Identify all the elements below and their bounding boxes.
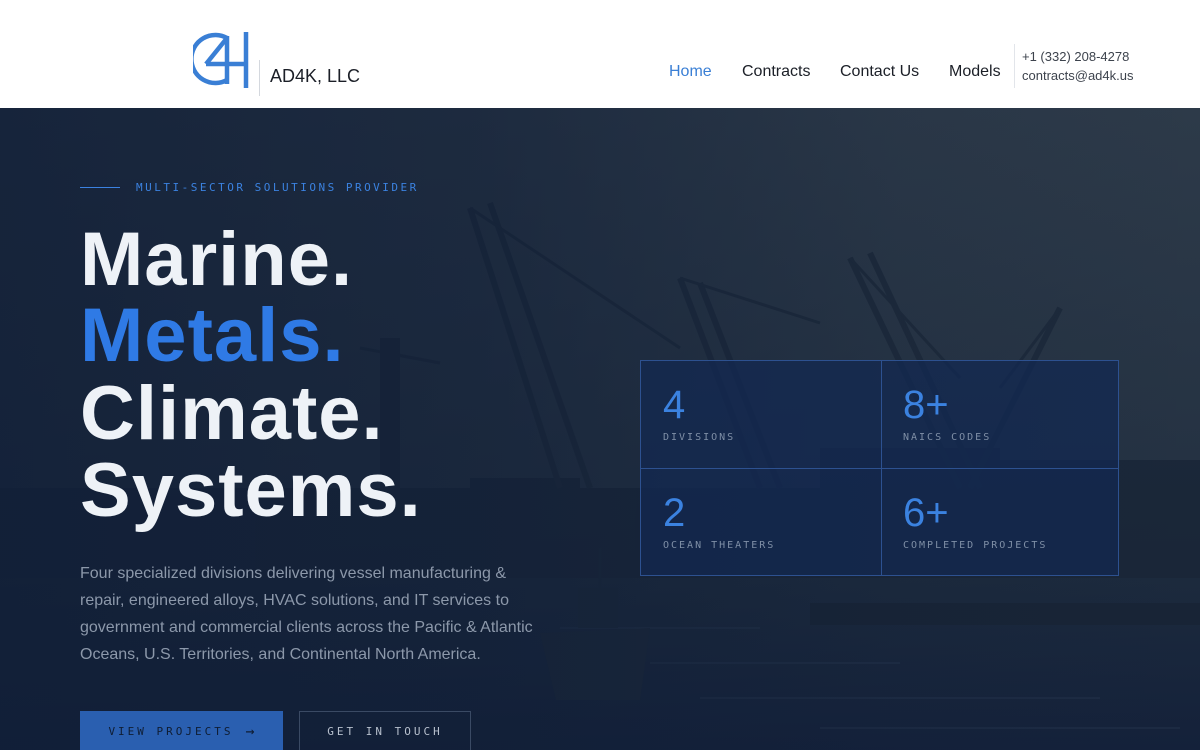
site-header: AD4K, LLC Home Contracts Contact Us Mode… [0, 0, 1200, 108]
headline-line-marine: Marine. [80, 217, 354, 302]
nav-models[interactable]: Models [949, 63, 1001, 81]
hero-eyebrow: MULTI-SECTOR SOLUTIONS PROVIDER [136, 181, 419, 194]
get-in-touch-label: GET IN TOUCH [327, 724, 443, 738]
stat-label: COMPLETED PROJECTS [903, 540, 1048, 551]
stat-label: DIVISIONS [663, 432, 736, 443]
logo-divider [259, 60, 260, 96]
phone-link[interactable]: +1 (332) 208-4278 [1022, 49, 1129, 64]
hero-description: Four specialized divisions delivering ve… [80, 565, 533, 663]
stat-value: 8+ [903, 383, 949, 427]
stat-label: OCEAN THEATERS [663, 540, 776, 551]
stat-ocean-theaters: 2 OCEAN THEATERS [641, 469, 879, 575]
headline-line-climate: Climate. [80, 371, 384, 456]
stats-grid: 4 DIVISIONS 8+ NAICS CODES 2 OCEAN THEAT… [640, 360, 1119, 576]
stat-value: 6+ [903, 491, 949, 535]
stat-value: 4 [663, 383, 686, 427]
view-projects-label: VIEW PROJECTS [108, 724, 234, 738]
headline-line-systems: Systems. [80, 448, 422, 533]
stat-completed-projects: 6+ COMPLETED PROJECTS [881, 469, 1119, 575]
ad4k-logo[interactable] [193, 30, 251, 90]
nav-contact-us[interactable]: Contact Us [840, 63, 919, 81]
headline-line-metals: Metals. [80, 293, 345, 378]
stat-value: 2 [663, 491, 686, 535]
view-projects-button[interactable]: VIEW PROJECTS → [80, 711, 283, 750]
get-in-touch-button[interactable]: GET IN TOUCH [299, 711, 471, 750]
contact-divider [1014, 44, 1015, 88]
stat-naics-codes: 8+ NAICS CODES [881, 361, 1119, 467]
stat-label: NAICS CODES [903, 432, 992, 443]
eyebrow-rule [80, 187, 120, 188]
nav-home[interactable]: Home [669, 63, 712, 81]
brand-name[interactable]: AD4K, LLC [270, 66, 360, 87]
hero-section: MULTI-SECTOR SOLUTIONS PROVIDER Marine. … [0, 108, 1200, 750]
email-link[interactable]: contracts@ad4k.us [1022, 68, 1133, 83]
nav-contracts[interactable]: Contracts [742, 63, 810, 81]
stat-divisions: 4 DIVISIONS [641, 361, 879, 467]
arrow-right-icon: → [245, 722, 255, 740]
